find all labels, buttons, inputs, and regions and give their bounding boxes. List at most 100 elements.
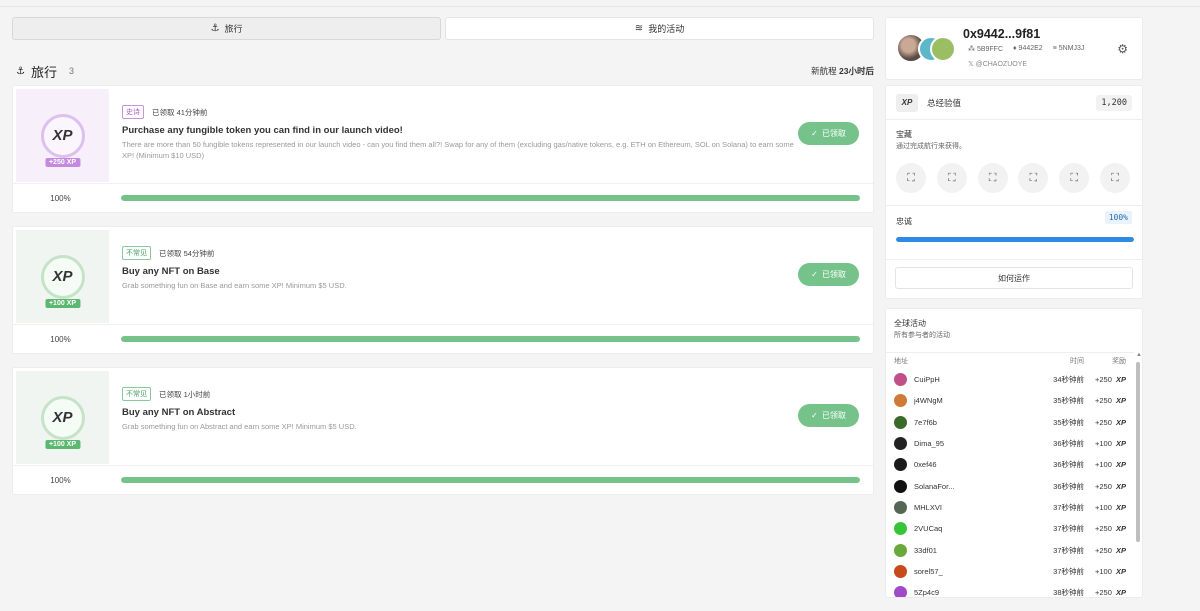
activity-reward: +250 XP (1084, 524, 1126, 533)
activity-address[interactable]: j4WNgM (894, 394, 1012, 408)
wallet-address[interactable]: 0x9442...9f81 (963, 27, 1040, 41)
claimed-button[interactable]: ✓ 已领取 (798, 263, 859, 286)
activity-scrollbar[interactable]: ▲ (1136, 352, 1142, 544)
activity-address[interactable]: 7e7f6b (894, 415, 1012, 429)
activity-address[interactable]: 33df01 (894, 543, 1012, 557)
activity-subtitle: 所有参与者的活动 (894, 332, 950, 339)
xp-unit: XP (1115, 545, 1126, 555)
activity-address[interactable]: SolanaFor... (894, 479, 1012, 493)
quest-badge: XP +250 XP (16, 89, 109, 182)
scroll-up-arrow-icon[interactable]: ▲ (1136, 352, 1142, 358)
col-reward-header: 奖励 (1112, 358, 1126, 365)
treasure-slot-scan-icon: ⛶ (1099, 163, 1130, 193)
activity-time: 38秒钟前 (1053, 588, 1084, 598)
progress-percent: 100% (50, 334, 71, 344)
progress-percent: 100% (50, 193, 71, 203)
xp-coin-icon: XP +250 XP (40, 113, 85, 167)
profile-stats: ⁂ 5B9FFC ♦ 9442E2 ≡ 5NMJ3J (968, 45, 1084, 53)
total-xp-label: 总经验值 (927, 97, 962, 108)
activity-reward-amount: +250 (1094, 417, 1112, 427)
activity-row: MHLXVI 37秒钟前 +100 XP (886, 497, 1134, 518)
tab-voyages[interactable]: ⚓ 旅行 (12, 17, 441, 40)
progress-bar (121, 195, 860, 201)
quest-badge: XP +100 XP (16, 230, 109, 323)
quest-xp-reward: +250 XP (44, 157, 81, 167)
quest-list: XP +250 XP 史诗 已领取 41分钟前 Purchase any fun… (12, 85, 874, 495)
activity-address[interactable]: CuiPpH (894, 373, 1012, 387)
claimed-button-label: 已领取 (821, 270, 846, 279)
quest-xp-reward: +100 XP (44, 298, 81, 308)
quest-title: Buy any NFT on Abstract (122, 407, 236, 418)
treasure-section: 宝藏 通过完成航行来获得。 ⛶ ⛶ ⛶ ⛶ ⛶ ⛶ (886, 120, 1142, 206)
rarity-tag: 不常见 (122, 246, 151, 260)
gear-icon[interactable]: ⚙ (1117, 42, 1128, 56)
activity-row: CuiPpH 34秒钟前 +250 XP (886, 369, 1134, 390)
tab-my-activity[interactable]: ≋ 我的活动 (445, 17, 874, 40)
activity-time: 37秒钟前 (1053, 545, 1084, 555)
loyalty-progress-bar (896, 237, 1134, 242)
activity-reward-amount: +250 (1094, 524, 1112, 534)
social-handle[interactable]: 𝕏 @CHAOZUOYE (968, 60, 1027, 68)
activity-reward: +100 XP (1084, 503, 1126, 512)
treasure-title: 宝藏 (896, 130, 912, 139)
activity-address[interactable]: 2VUCaq (894, 522, 1012, 536)
how-it-works-button[interactable]: 如何运作 (895, 267, 1133, 289)
progress-bar (121, 336, 860, 342)
xp-unit: XP (1115, 460, 1126, 470)
avatar (894, 479, 907, 493)
avatar (894, 564, 907, 578)
xp-unit: XP (1115, 566, 1126, 576)
anchor-icon: ⚓ (210, 23, 220, 34)
scroll-thumb[interactable] (1136, 362, 1140, 542)
claimed-button-label: 已领取 (821, 129, 846, 138)
xp-unit: XP (1115, 396, 1126, 406)
anchor-icon: ⚓ (16, 65, 25, 77)
activity-address[interactable]: sorel57_ (894, 564, 1012, 578)
social-handle-text: @CHAOZUOYE (975, 61, 1028, 68)
claimed-time: 已领取 41分钟前 (152, 107, 208, 117)
activity-address[interactable]: 0xef46 (894, 458, 1012, 472)
activity-table-header: 地址 时间 奖励 (886, 352, 1134, 369)
activity-row: 2VUCaq 37秒钟前 +250 XP (886, 518, 1134, 539)
loyalty-section: 忠诚 100% (886, 206, 1142, 260)
claimed-button[interactable]: ✓ 已领取 (798, 122, 859, 145)
activity-time: 37秒钟前 (1053, 524, 1084, 534)
activity-address[interactable]: Dima_95 (894, 437, 1012, 451)
activity-name: 0xef46 (914, 460, 937, 470)
activity-table: 地址 时间 奖励 CuiPpH 34秒钟前 +250 XP j4WNgM 35秒钟前 +2… (886, 352, 1134, 598)
treasure-slot-scan-icon: ⛶ (977, 163, 1008, 193)
avatar (894, 586, 907, 597)
activity-address[interactable]: 5Zp4c9 (894, 586, 1012, 597)
next-voyage-countdown: 新航程 23小时后 (811, 65, 874, 77)
treasure-subtitle: 通过完成航行来获得。 (896, 143, 966, 150)
activity-reward-amount: +100 (1094, 460, 1112, 470)
activity-time: 34秒钟前 (1053, 375, 1084, 385)
treasure-slot-scan-icon: ⛶ (1059, 163, 1090, 193)
activity-time: 35秒钟前 (1053, 396, 1084, 406)
list-icon: ≋ (634, 23, 644, 34)
activity-time: 37秒钟前 (1053, 566, 1084, 576)
chain-icon: ⁂ (968, 46, 975, 53)
ethereum-icon: ♦ (1013, 45, 1017, 52)
loyalty-progress-fill (896, 237, 1134, 242)
activity-name: sorel57_ (914, 566, 943, 576)
tab-bar: ⚓ 旅行 ≋ 我的活动 (12, 17, 874, 40)
xp-coin-icon: XP +100 XP (40, 254, 85, 308)
activity-address[interactable]: MHLXVI (894, 500, 1012, 514)
stat-b-value: 9442E2 (1018, 45, 1043, 52)
activity-name: j4WNgM (914, 396, 943, 406)
claimed-button[interactable]: ✓ 已领取 (798, 404, 859, 427)
stats-panel: XP 总经验值 1,200 宝藏 通过完成航行来获得。 ⛶ ⛶ ⛶ ⛶ ⛶ ⛶ 忠诚 10… (885, 85, 1143, 299)
activity-row: Dima_95 36秒钟前 +100 XP (886, 433, 1134, 454)
activity-reward: +250 XP (1084, 375, 1126, 384)
tab-voyages-label: 旅行 (224, 24, 243, 34)
treasure-slot-scan-icon: ⛶ (1018, 163, 1049, 193)
activity-reward-amount: +250 (1094, 396, 1112, 406)
activity-row: 5Zp4c9 38秒钟前 +250 XP (886, 582, 1134, 598)
quest-title: Purchase any fungible token you can find… (122, 125, 403, 136)
xp-unit: XP (1115, 524, 1126, 534)
voyages-column: ⚓ 旅行 ≋ 我的活动 ⚓ 旅行 3 新航程 23小时后 XP +250 XP (12, 17, 874, 508)
activity-name: MHLXVI (914, 502, 942, 512)
xp-unit: XP (1115, 502, 1126, 512)
quest-description: Grab something fun on Abstract and earn … (122, 422, 357, 431)
